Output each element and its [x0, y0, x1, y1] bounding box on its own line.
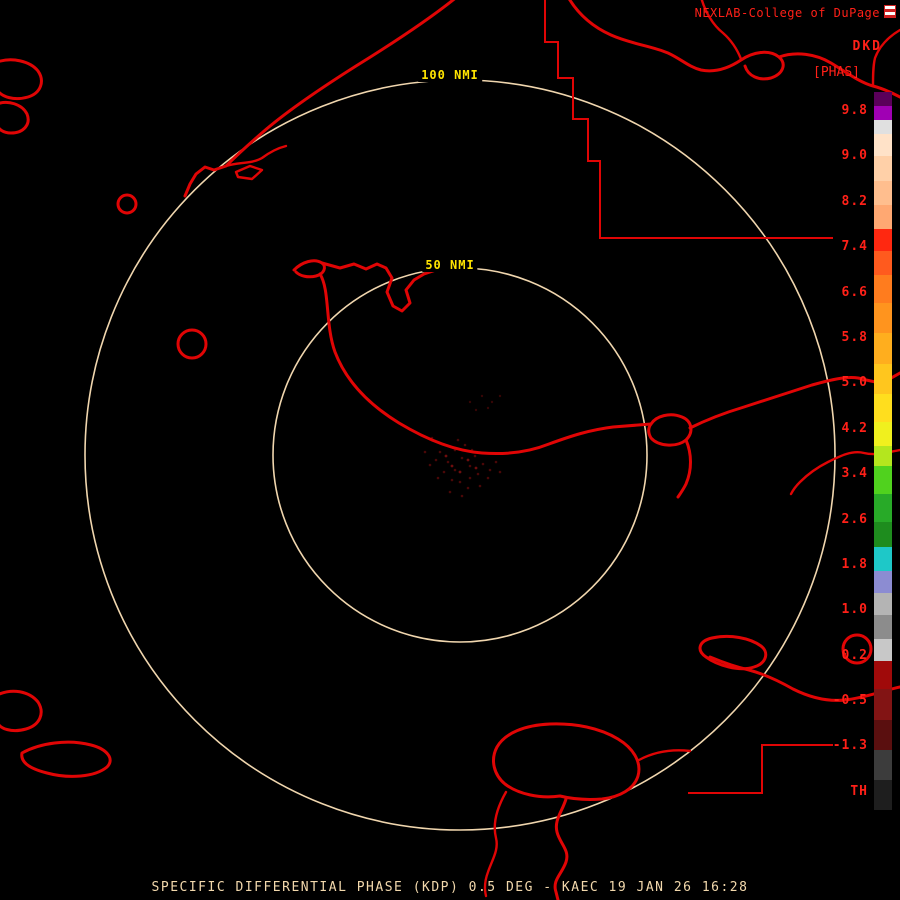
- colorbar-tick-label: 1.0: [841, 602, 868, 618]
- colorbar-segment: [874, 156, 892, 181]
- colorbar-segment: [874, 749, 892, 780]
- colorbar-tick-label: -0.5: [832, 693, 868, 709]
- colorbar-segment: [874, 106, 892, 121]
- colorbar-tick-label: 2.6: [841, 511, 868, 527]
- colorbar-segment: [874, 639, 892, 662]
- range-ring-label-100: 100 NMI: [418, 68, 482, 82]
- radar-map-canvas: [0, 0, 900, 900]
- product-caption: SPECIFIC DIFFERENTIAL PHASE (KDP) 0.5 DE…: [151, 880, 749, 895]
- colorbar-segment: [874, 661, 892, 690]
- colorbar-segment: [874, 719, 892, 750]
- product-units: [PHAS]: [813, 65, 860, 80]
- colorbar-tick-label: 9.8: [841, 103, 868, 118]
- colorbar-tick-label: 6.6: [841, 284, 868, 300]
- product-code: DKD: [852, 39, 882, 54]
- brand-text: NEXLAB-College of DuPage: [694, 6, 880, 20]
- colorbar-bar: [874, 92, 892, 811]
- colorbar-segment: [874, 592, 892, 615]
- political-boundaries: [544, 0, 833, 794]
- colorbar-segment: [874, 180, 892, 205]
- radar-echoes: [423, 394, 502, 498]
- colorbar-segment: [874, 250, 892, 276]
- range-ring-label-50: 50 NMI: [422, 258, 478, 272]
- range-rings: [84, 79, 836, 831]
- colorbar-tick-label: 1.8: [841, 556, 868, 572]
- colorbar-segment: [874, 546, 892, 571]
- colorbar-segment: [874, 466, 892, 495]
- colorbar-segment: [874, 689, 892, 720]
- colorbar-tick-label: 8.2: [841, 193, 868, 209]
- colorbar-segment: [874, 303, 892, 334]
- colorbar-segment: [874, 275, 892, 304]
- colorbar-tick-label: 0.2: [841, 647, 868, 663]
- colorbar-segment: [874, 92, 892, 107]
- colorbar-segment: [874, 204, 892, 229]
- colorbar-segment: [874, 494, 892, 523]
- radar-display: 100 NMI 50 NMI NEXLAB-College of DuPage …: [0, 0, 900, 900]
- colorbar-segment: [874, 134, 892, 157]
- colorbar-tick-label: 5.8: [841, 329, 868, 345]
- colorbar-tick-label: 7.4: [841, 239, 868, 255]
- colorbar-tick-label: TH: [850, 783, 868, 799]
- colorbar-tick-label: 9.0: [841, 148, 868, 164]
- coastline-outlines: [0, 0, 900, 900]
- colorbar-tick-label: 3.4: [841, 466, 868, 482]
- range-ring-100nmi: [84, 79, 836, 831]
- colorbar-segment: [874, 228, 892, 251]
- colorbar-segment: [874, 614, 892, 640]
- colorbar-segment: [874, 421, 892, 447]
- colorbar-segment: [874, 779, 892, 811]
- colorbar-segment: [874, 522, 892, 547]
- cod-flag-icon: [884, 5, 896, 18]
- colorbar-segment: [874, 446, 892, 467]
- colorbar-segment: [874, 333, 892, 364]
- colorbar-segment: [874, 120, 892, 135]
- colorbar-tick-label: -1.3: [832, 738, 868, 754]
- colorbar-segment: [874, 570, 892, 593]
- colorbar-tick-label: 4.2: [841, 420, 868, 436]
- colorbar-segment: [874, 363, 892, 394]
- colorbar-tick-labels: 9.8 9.0 8.2 7.4 6.6 5.8 5.0 4.2 3.4 2.6 1.8 1.0 0.2 -…: [818, 104, 868, 798]
- colorbar-segment: [874, 393, 892, 422]
- colorbar-tick-label: 5.0: [841, 375, 868, 391]
